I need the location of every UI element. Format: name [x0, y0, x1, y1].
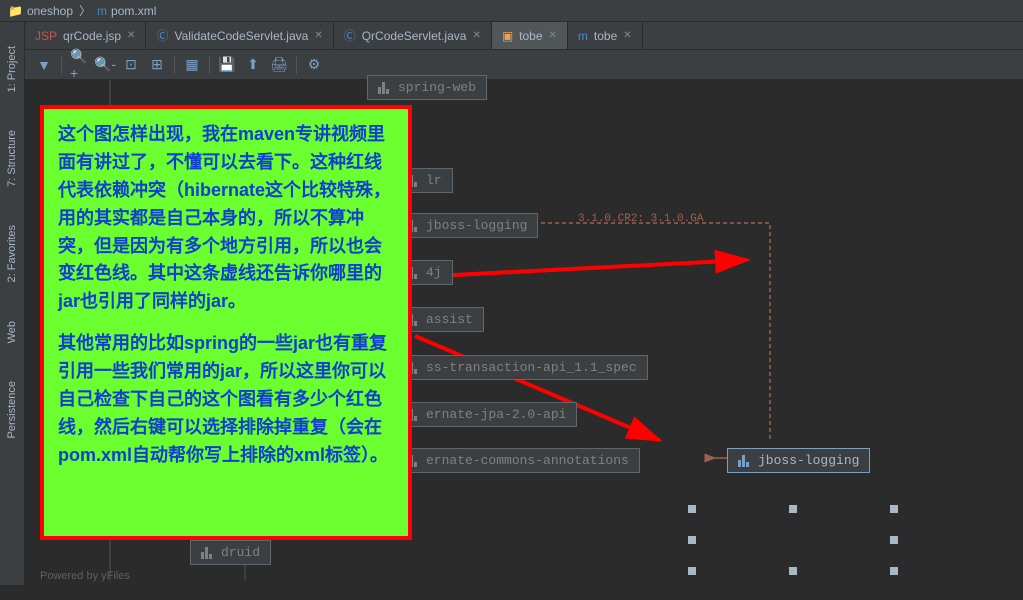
editor-tabs: JSP qrCode.jsp ✕ Ⓒ ValidateCodeServlet.j…: [25, 22, 1023, 50]
fit-content-icon[interactable]: ⊞: [148, 56, 166, 74]
sidebar-item-favorites[interactable]: 2: Favorites: [4, 221, 20, 286]
left-sidebar: 1: Project 7: Structure 2: Favorites Web…: [0, 22, 25, 585]
powered-by-label: Powered by yFiles: [40, 570, 130, 582]
breadcrumb-bar: 📁 oneshop 〉 m pom.xml: [0, 0, 1023, 22]
dep-jpa[interactable]: ernate-jpa-2.0-api: [395, 402, 577, 427]
version-conflict-label: 3.1.0.CR2: 3.1.0.GA: [578, 213, 703, 225]
export-icon[interactable]: ⬆: [244, 56, 262, 74]
dep-spring-web[interactable]: spring-web: [367, 75, 487, 100]
print-icon[interactable]: 🖨: [270, 56, 288, 74]
breadcrumb-item[interactable]: m pom.xml: [97, 4, 156, 18]
dep-jboss-logging-selected[interactable]: jboss-logging: [727, 448, 870, 473]
maven-icon: m: [578, 29, 588, 43]
breadcrumb-separator: 〉: [79, 2, 91, 19]
java-icon: Ⓒ: [344, 27, 356, 44]
diagram-toolbar: ▼ 🔍+ 🔍- ⊡ ⊞ ▦ 💾 ⬆ 🖨 ⚙: [25, 50, 1023, 80]
zoom-in-icon[interactable]: 🔍+: [70, 56, 88, 74]
close-icon[interactable]: ✕: [472, 30, 480, 41]
close-icon[interactable]: ✕: [314, 30, 322, 41]
dep-commons-annotations[interactable]: ernate-commons-annotations: [395, 448, 640, 473]
diagram-icon: ▣: [502, 29, 513, 43]
jsp-icon: JSP: [35, 29, 57, 43]
breadcrumb-item[interactable]: 📁 oneshop: [8, 4, 73, 18]
tab-validatecode[interactable]: Ⓒ ValidateCodeServlet.java ✕: [146, 22, 333, 49]
settings-icon[interactable]: ⚙: [305, 56, 323, 74]
lib-icon: [201, 547, 215, 559]
sidebar-item-structure[interactable]: 7: Structure: [4, 126, 20, 191]
dep-transaction[interactable]: ss-transaction-api_1.1_spec: [395, 355, 648, 380]
sidebar-item-web[interactable]: Web: [4, 317, 20, 347]
annotation-text-1: 这个图怎样出现，我在maven专讲视频里面有讲过了，不懂可以去看下。这种红线代表…: [58, 121, 394, 316]
lib-icon: [378, 82, 392, 94]
sidebar-item-project[interactable]: 1: Project: [4, 42, 20, 96]
java-icon: Ⓒ: [156, 27, 168, 44]
close-icon[interactable]: ✕: [549, 30, 557, 41]
zoom-out-icon[interactable]: 🔍-: [96, 56, 114, 74]
annotation-overlay: 这个图怎样出现，我在maven专讲视频里面有讲过了，不懂可以去看下。这种红线代表…: [40, 105, 412, 540]
zoom-actual-icon[interactable]: ⊡: [122, 56, 140, 74]
close-icon[interactable]: ✕: [127, 30, 135, 41]
save-icon[interactable]: 💾: [218, 56, 236, 74]
tab-tobe-m[interactable]: m tobe ✕: [568, 22, 643, 49]
tab-qrcode-jsp[interactable]: JSP qrCode.jsp ✕: [25, 22, 146, 49]
selection-handles: [688, 505, 898, 575]
dep-jboss-logging[interactable]: jboss-logging: [395, 213, 538, 238]
sidebar-item-persistence[interactable]: Persistence: [4, 377, 20, 442]
annotation-text-2: 其他常用的比如spring的一些jar也有重复引用一些我们常用的jar，所以这里…: [58, 330, 394, 469]
tab-tobe-diagram[interactable]: ▣ tobe ✕: [492, 22, 568, 49]
dep-druid[interactable]: druid: [190, 540, 271, 565]
filter-icon[interactable]: ▼: [35, 56, 53, 74]
layout-icon[interactable]: ▦: [183, 56, 201, 74]
close-icon[interactable]: ✕: [623, 30, 631, 41]
tab-qrcodeservlet[interactable]: Ⓒ QrCodeServlet.java ✕: [334, 22, 492, 49]
lib-icon: [738, 455, 752, 467]
